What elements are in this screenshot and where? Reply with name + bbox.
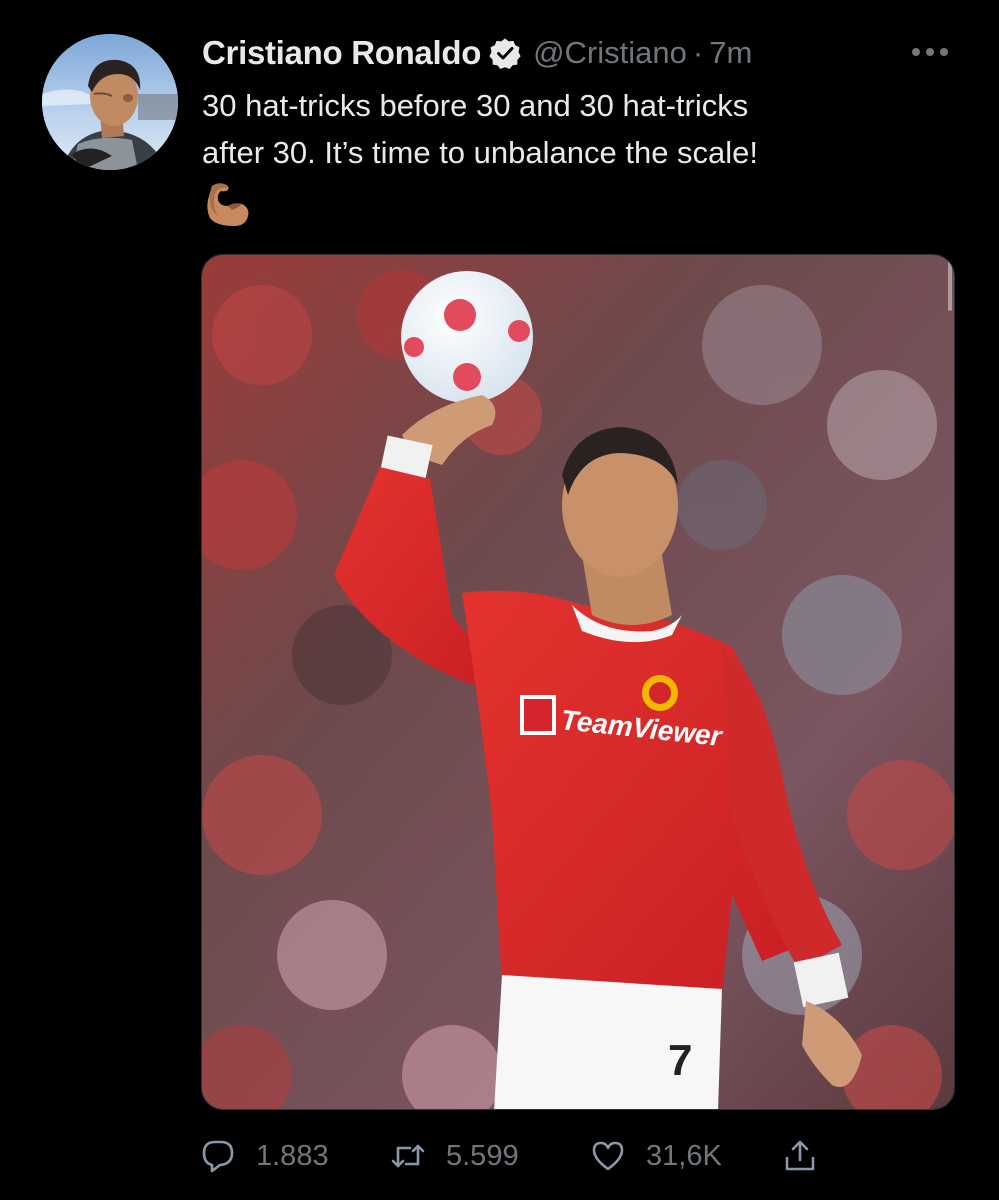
separator-dot: · xyxy=(692,35,704,70)
retweet-icon xyxy=(391,1144,425,1168)
tweet-timestamp[interactable]: 7m xyxy=(709,35,752,71)
avatar[interactable] xyxy=(42,34,178,170)
tweet-photo[interactable]: TeamViewer 7 xyxy=(201,254,955,1110)
like-button[interactable]: 31,6K xyxy=(590,1132,722,1180)
tweet[interactable]: Cristiano Ronaldo @Cristiano · 7m 30 hat… xyxy=(0,0,999,1200)
reply-icon xyxy=(202,1140,234,1173)
more-options-icon[interactable] xyxy=(908,34,952,70)
reply-count: 1.883 xyxy=(256,1139,329,1172)
verified-badge-icon xyxy=(489,37,521,69)
shirt-number-text: 7 xyxy=(668,1036,692,1085)
ronaldo-photo-image: TeamViewer 7 xyxy=(202,255,954,1109)
tweet-text: 30 hat-tricks before 30 and 30 hat-trick… xyxy=(202,88,759,170)
tweet-actions: 1.883 5.599 31,6K xyxy=(200,1132,960,1180)
avatar-image xyxy=(42,34,178,170)
author-name[interactable]: Cristiano Ronaldo xyxy=(202,34,481,72)
reply-button[interactable]: 1.883 xyxy=(200,1132,329,1180)
retweet-button[interactable]: 5.599 xyxy=(390,1132,519,1180)
like-count: 31,6K xyxy=(646,1139,722,1172)
heart-icon xyxy=(592,1141,624,1171)
tweet-header: Cristiano Ronaldo @Cristiano · 7m xyxy=(202,30,962,76)
retweet-count: 5.599 xyxy=(446,1139,519,1172)
author-handle[interactable]: @Cristiano xyxy=(533,35,687,71)
flexed-biceps-icon xyxy=(207,183,249,226)
share-icon xyxy=(785,1140,815,1171)
share-button[interactable] xyxy=(782,1132,818,1180)
